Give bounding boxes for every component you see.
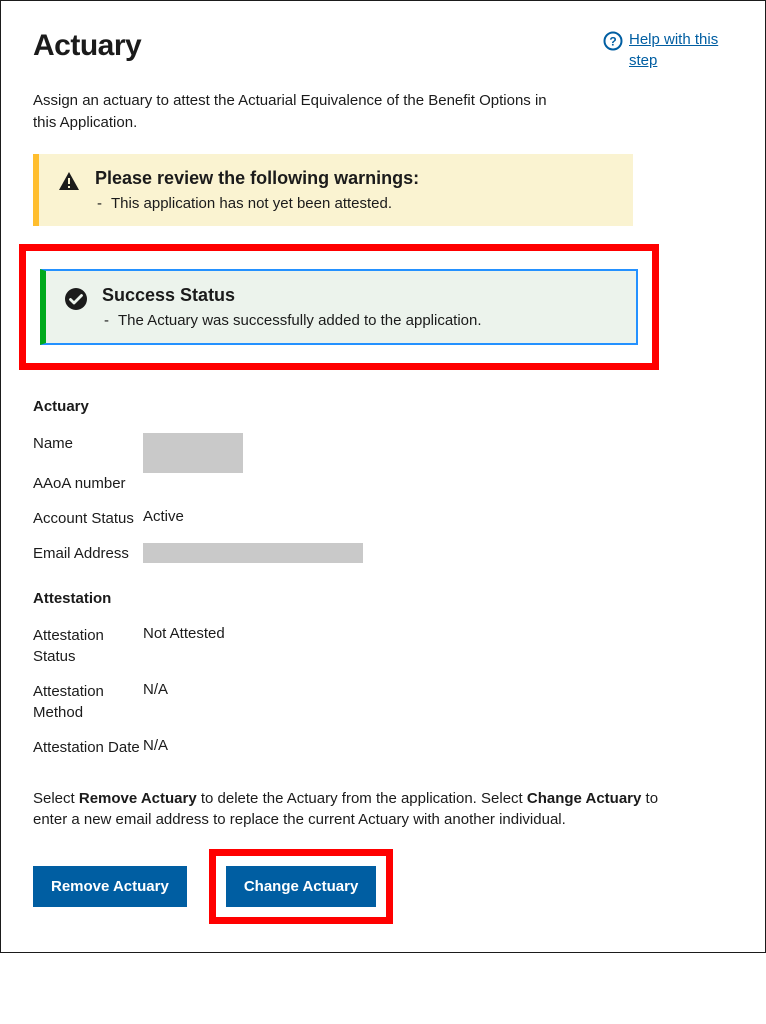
svg-text:?: ? — [609, 35, 616, 49]
name-value — [143, 433, 243, 473]
email-row: Email Address — [33, 543, 733, 564]
help-text-part: Select — [33, 790, 79, 807]
attestation-method-label: Attestation Method — [33, 681, 143, 723]
warning-list: This application has not yet been attest… — [95, 195, 615, 212]
aaoa-label: AAoA number — [33, 473, 143, 494]
attestation-section-heading: Attestation — [33, 590, 733, 607]
warning-triangle-icon — [57, 170, 81, 199]
attestation-method-value: N/A — [143, 681, 168, 698]
button-help-text: Select Remove Actuary to delete the Actu… — [33, 788, 693, 832]
warning-item: This application has not yet been attest… — [111, 195, 615, 212]
success-heading: Success Status — [102, 285, 618, 306]
success-list: The Actuary was successfully added to th… — [102, 312, 618, 329]
help-text-part: to delete the Actuary from the applicati… — [197, 790, 527, 807]
warning-alert: Please review the following warnings: Th… — [33, 154, 633, 226]
button-row: Remove Actuary Change Actuary — [33, 849, 733, 924]
success-alert: Success Status The Actuary was successfu… — [40, 269, 638, 345]
check-circle-icon — [64, 287, 88, 316]
remove-actuary-button[interactable]: Remove Actuary — [33, 866, 187, 907]
intro-text: Assign an actuary to attest the Actuaria… — [33, 90, 553, 134]
success-highlight-box: Success Status The Actuary was successfu… — [19, 244, 659, 370]
attestation-method-row: Attestation Method N/A — [33, 681, 733, 723]
redacted-block — [143, 543, 363, 563]
help-text-bold: Change Actuary — [527, 790, 641, 807]
success-item: The Actuary was successfully added to th… — [118, 312, 618, 329]
attestation-date-row: Attestation Date N/A — [33, 737, 733, 758]
page-title: Actuary — [33, 29, 141, 63]
actuary-page: Actuary ? Help with this step Assign an … — [0, 0, 766, 953]
question-circle-icon: ? — [603, 31, 623, 57]
warning-heading: Please review the following warnings: — [95, 168, 615, 189]
account-status-row: Account Status Active — [33, 508, 733, 529]
aaoa-row: AAoA number — [33, 473, 733, 494]
account-status-label: Account Status — [33, 508, 143, 529]
attestation-section: Attestation Attestation Status Not Attes… — [33, 590, 733, 758]
attestation-status-label: Attestation Status — [33, 625, 143, 667]
attestation-status-value: Not Attested — [143, 625, 225, 642]
redacted-block — [143, 433, 243, 473]
email-label: Email Address — [33, 543, 143, 564]
name-label: Name — [33, 433, 143, 454]
account-status-value: Active — [143, 508, 184, 525]
help-link[interactable]: ? Help with this step — [603, 29, 733, 71]
attestation-date-label: Attestation Date — [33, 737, 143, 758]
attestation-status-row: Attestation Status Not Attested — [33, 625, 733, 667]
attestation-date-value: N/A — [143, 737, 168, 754]
help-link-text: Help with this step — [629, 29, 733, 71]
name-row: Name — [33, 433, 733, 473]
actuary-section-heading: Actuary — [33, 398, 733, 415]
help-text-bold: Remove Actuary — [79, 790, 197, 807]
email-value — [143, 543, 363, 563]
header-row: Actuary ? Help with this step — [33, 29, 733, 75]
change-highlight-box: Change Actuary — [209, 849, 393, 924]
change-actuary-button[interactable]: Change Actuary — [226, 866, 376, 907]
